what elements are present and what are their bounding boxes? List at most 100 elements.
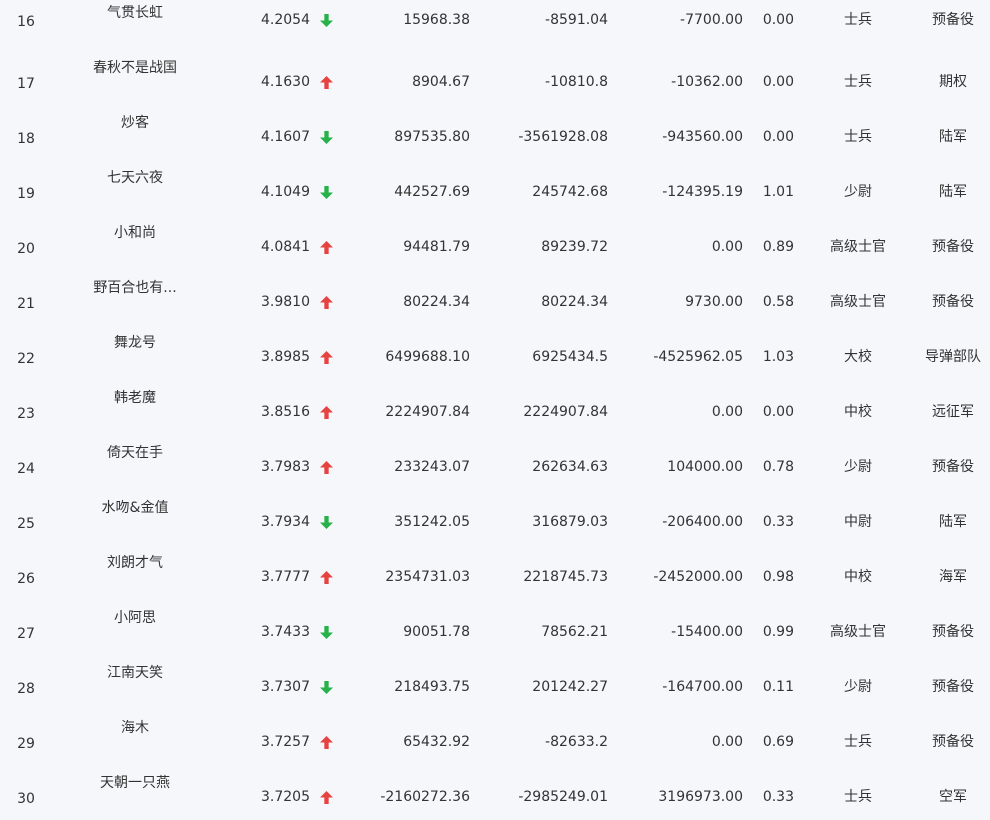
ratio-value: 0.33 bbox=[762, 514, 794, 530]
flow-value: -943560.00 bbox=[662, 129, 743, 145]
ratio-value: 0.69 bbox=[762, 734, 794, 750]
asset-value: 15968.38 bbox=[403, 12, 470, 28]
rank-number: 21 bbox=[17, 296, 35, 312]
table-row[interactable]: 23 韩老魔 3.8516 2224907.84 2224907.84 0.00… bbox=[0, 380, 990, 435]
table-row[interactable]: 26 刘朗才气 3.7777 2354731.03 2218745.73 -24… bbox=[0, 545, 990, 600]
score-value: 3.7777 bbox=[261, 569, 310, 585]
user-name-link[interactable]: 小和尚 bbox=[72, 225, 198, 241]
table-row[interactable]: 29 海木 3.7257 65432.92 -82633.2 0.00 0.69… bbox=[0, 710, 990, 765]
user-name-link[interactable]: 七天六夜 bbox=[72, 170, 198, 186]
user-name-link[interactable]: 水吻&金值 bbox=[72, 500, 198, 516]
table-row[interactable]: 17 春秋不是战国 4.1630 8904.67 -10810.8 -10362… bbox=[0, 50, 990, 105]
arrow-down-icon bbox=[318, 129, 334, 144]
table-row[interactable]: 27 小阿思 3.7433 90051.78 78562.21 -15400.0… bbox=[0, 600, 990, 655]
user-name-link[interactable]: 江南天笑 bbox=[72, 665, 198, 681]
ratio-value: 0.78 bbox=[762, 459, 794, 475]
score-value: 3.7205 bbox=[261, 789, 310, 805]
arrow-up-icon bbox=[318, 404, 334, 419]
rank-number: 19 bbox=[17, 186, 35, 202]
ratio-value: 1.01 bbox=[762, 184, 794, 200]
profit-value: -3561928.08 bbox=[518, 129, 608, 145]
user-name-link[interactable]: 舞龙号 bbox=[72, 335, 198, 351]
score-value: 4.1630 bbox=[261, 74, 310, 90]
user-name-link[interactable]: 海木 bbox=[72, 720, 198, 736]
arrow-up-icon bbox=[318, 74, 334, 89]
profit-value: -10810.8 bbox=[545, 74, 608, 90]
flow-value: 0.00 bbox=[711, 734, 743, 750]
user-name-link[interactable]: 野百合也有... bbox=[72, 280, 198, 296]
ratio-value: 0.99 bbox=[762, 624, 794, 640]
arrow-up-icon bbox=[318, 294, 334, 309]
user-name-link[interactable]: 小阿思 bbox=[72, 610, 198, 626]
rank-number: 30 bbox=[17, 791, 35, 807]
military-rank: 士兵 bbox=[844, 74, 872, 90]
profit-value: -8591.04 bbox=[545, 12, 608, 28]
table-row[interactable]: 20 小和尚 4.0841 94481.79 89239.72 0.00 0.8… bbox=[0, 215, 990, 270]
user-name-link[interactable]: 韩老魔 bbox=[72, 390, 198, 406]
rank-number: 22 bbox=[17, 351, 35, 367]
table-row[interactable]: 28 江南天笑 3.7307 218493.75 201242.27 -1647… bbox=[0, 655, 990, 710]
military-rank: 少尉 bbox=[844, 679, 872, 695]
profit-value: 89239.72 bbox=[541, 239, 608, 255]
profit-value: 262634.63 bbox=[532, 459, 608, 475]
flow-value: -4525962.05 bbox=[653, 349, 743, 365]
score-value: 3.7257 bbox=[261, 734, 310, 750]
flow-value: 3196973.00 bbox=[658, 789, 743, 805]
arrow-up-icon bbox=[318, 459, 334, 474]
user-name-link[interactable]: 炒客 bbox=[72, 115, 198, 131]
military-rank: 中校 bbox=[844, 404, 872, 420]
score-value: 4.1049 bbox=[261, 184, 310, 200]
ratio-value: 0.89 bbox=[762, 239, 794, 255]
military-rank: 士兵 bbox=[844, 734, 872, 750]
asset-value: 6499688.10 bbox=[385, 349, 470, 365]
table-row[interactable]: 22 舞龙号 3.8985 6499688.10 6925434.5 -4525… bbox=[0, 325, 990, 380]
arrow-up-icon bbox=[318, 569, 334, 584]
profit-value: 201242.27 bbox=[532, 679, 608, 695]
branch-label: 空军 bbox=[939, 789, 967, 805]
branch-label: 期权 bbox=[939, 74, 967, 90]
asset-value: 218493.75 bbox=[394, 679, 470, 695]
branch-label: 陆军 bbox=[939, 129, 967, 145]
score-value: 4.2054 bbox=[261, 12, 310, 28]
rank-number: 18 bbox=[17, 131, 35, 147]
user-name-link[interactable]: 春秋不是战国 bbox=[72, 60, 198, 76]
user-name-link[interactable]: 倚天在手 bbox=[72, 445, 198, 461]
ratio-value: 0.00 bbox=[762, 404, 794, 420]
score-value: 3.8985 bbox=[261, 349, 310, 365]
rank-number: 25 bbox=[17, 516, 35, 532]
profit-value: 6925434.5 bbox=[532, 349, 608, 365]
flow-value: 9730.00 bbox=[685, 294, 743, 310]
arrow-up-icon bbox=[318, 349, 334, 364]
rank-number: 20 bbox=[17, 241, 35, 257]
arrow-up-icon bbox=[318, 734, 334, 749]
user-name-link[interactable]: 刘朗才气 bbox=[72, 555, 198, 571]
table-row[interactable]: 25 水吻&金值 3.7934 351242.05 316879.03 -206… bbox=[0, 490, 990, 545]
ratio-value: 0.11 bbox=[762, 679, 794, 695]
asset-value: 80224.34 bbox=[403, 294, 470, 310]
table-row[interactable]: 16 气贯长虹 4.2054 15968.38 -8591.04 -7700.0… bbox=[0, 0, 990, 50]
military-rank: 士兵 bbox=[844, 789, 872, 805]
flow-value: -10362.00 bbox=[671, 74, 743, 90]
table-row[interactable]: 30 天朝一只燕 3.7205 -2160272.36 -2985249.01 … bbox=[0, 765, 990, 820]
profit-value: 2224907.84 bbox=[523, 404, 608, 420]
military-rank: 中尉 bbox=[844, 514, 872, 530]
table-row[interactable]: 19 七天六夜 4.1049 442527.69 245742.68 -1243… bbox=[0, 160, 990, 215]
score-value: 3.8516 bbox=[261, 404, 310, 420]
asset-value: 2224907.84 bbox=[385, 404, 470, 420]
flow-value: -124395.19 bbox=[662, 184, 743, 200]
user-name-link[interactable]: 气贯长虹 bbox=[72, 5, 198, 21]
table-row[interactable]: 21 野百合也有... 3.9810 80224.34 80224.34 973… bbox=[0, 270, 990, 325]
user-name-link[interactable]: 天朝一只燕 bbox=[72, 775, 198, 791]
table-row[interactable]: 18 炒客 4.1607 897535.80 -3561928.08 -9435… bbox=[0, 105, 990, 160]
score-value: 3.7934 bbox=[261, 514, 310, 530]
profit-value: 316879.03 bbox=[532, 514, 608, 530]
ratio-value: 0.00 bbox=[762, 129, 794, 145]
branch-label: 远征军 bbox=[932, 404, 974, 420]
arrow-down-icon bbox=[318, 679, 334, 694]
branch-label: 陆军 bbox=[939, 184, 967, 200]
asset-value: 233243.07 bbox=[394, 459, 470, 475]
table-row[interactable]: 24 倚天在手 3.7983 233243.07 262634.63 10400… bbox=[0, 435, 990, 490]
asset-value: 897535.80 bbox=[394, 129, 470, 145]
arrow-down-icon bbox=[318, 624, 334, 639]
branch-label: 预备役 bbox=[932, 734, 974, 750]
